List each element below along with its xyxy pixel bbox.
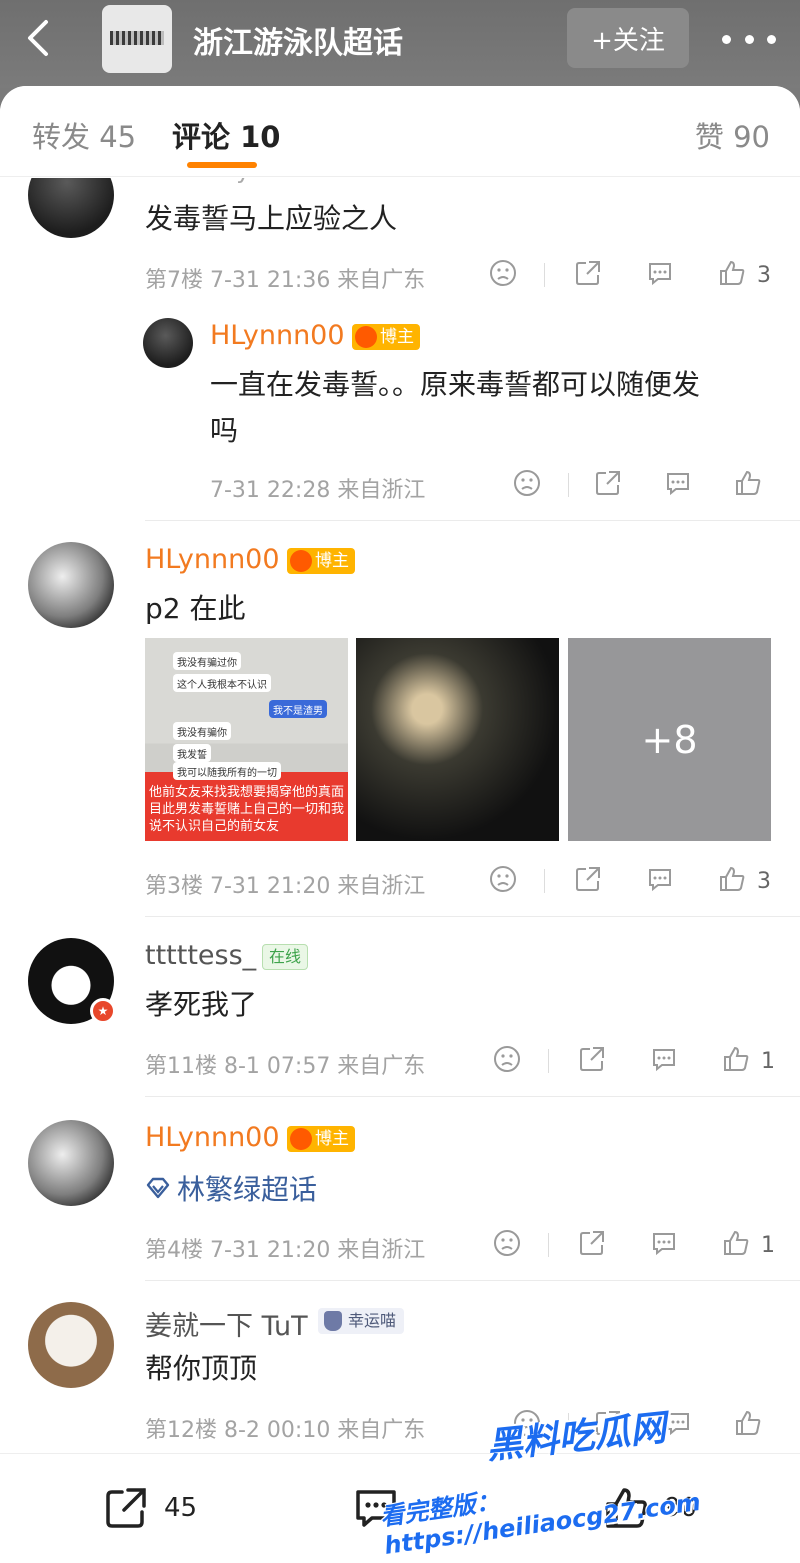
host-badge: 博主: [352, 324, 420, 350]
comment-meta: 第12楼 8-2 00:10 来自广东: [145, 1418, 426, 1443]
active-tab-indicator: [187, 162, 257, 168]
comment-image[interactable]: [356, 638, 559, 841]
comment-meta: 第11楼 8-1 07:57 来自广东: [145, 1054, 426, 1079]
group-thumbnail[interactable]: [102, 5, 172, 73]
repost-count: 45: [164, 1493, 198, 1523]
more-options-icon[interactable]: [722, 24, 776, 54]
avatar[interactable]: [28, 1120, 114, 1206]
image-chat-bubble: 我发誓: [173, 744, 211, 762]
comment-actions: 1: [492, 1228, 775, 1262]
image-chat-bubble: 我没有骗你: [173, 722, 231, 740]
comment-username[interactable]: 姜就一下 TuT: [145, 1304, 308, 1343]
comment-meta: 第4楼 7-31 21:20 来自浙江: [145, 1238, 426, 1263]
reply-meta: 7-31 22:28 来自浙江: [210, 478, 426, 503]
share-icon[interactable]: [573, 864, 607, 898]
avatar[interactable]: [28, 1302, 114, 1388]
comment-actions: 1: [492, 1044, 775, 1078]
comment-image[interactable]: 我没有骗过你 这个人我根本不认识 我不是渣男 我没有骗你 我发誓 我可以随我所有…: [145, 638, 348, 841]
member-badge-icon: ★: [90, 998, 116, 1024]
like-count: 1: [761, 1048, 775, 1074]
like-icon[interactable]: [717, 864, 751, 898]
comment-meta: 第7楼 7-31 21:36 来自广东: [145, 268, 426, 293]
reply-icon[interactable]: [645, 864, 679, 898]
comment-meta: 第3楼 7-31 21:20 来自浙江: [145, 874, 426, 899]
tab-reposts[interactable]: 转发 45: [32, 114, 136, 156]
image-chat-bubble: 我不是渣男: [269, 700, 327, 718]
like-count: 3: [757, 262, 771, 288]
image-chat-bubble: 我可以随我所有的一切: [173, 762, 281, 780]
reply-icon[interactable]: [649, 1228, 683, 1262]
comment-divider: [145, 520, 800, 521]
like-icon[interactable]: [717, 258, 751, 292]
comment-actions: 3: [488, 864, 771, 898]
supertopic-link[interactable]: 林繁绿超话: [145, 1168, 317, 1208]
lucky-cat-badge: 幸运喵: [318, 1308, 405, 1334]
reply-text: 吗: [210, 414, 239, 447]
share-icon[interactable]: [577, 1044, 611, 1078]
image-caption: 他前女友来找我想要揭穿他的真面目此男发毒誓赌上自己的一切和我说不认识自己的前女友: [149, 785, 345, 834]
follow-button[interactable]: +关注: [567, 8, 689, 68]
image-chat-bubble: 我没有骗过你: [173, 652, 241, 670]
online-badge: 在线: [262, 944, 309, 970]
reply-icon[interactable]: [663, 468, 697, 502]
comment-divider: [145, 916, 800, 917]
tabs-divider: [0, 176, 800, 177]
reply-icon[interactable]: [645, 258, 679, 292]
comment-image[interactable]: +8: [568, 638, 771, 841]
like-icon[interactable]: [721, 1228, 755, 1262]
like-count: 3: [757, 868, 771, 894]
comment-actions: 3: [488, 258, 771, 292]
host-badge: 博主: [287, 1126, 355, 1152]
comment-username[interactable]: HLynnn00: [145, 1122, 280, 1153]
reply-icon[interactable]: [663, 1408, 697, 1442]
avatar[interactable]: [28, 542, 114, 628]
comment-username[interactable]: tttttess_: [145, 940, 256, 971]
dislike-icon[interactable]: [488, 864, 522, 898]
comment-feed: NAxxxxy 发毒誓马上应验之人 第7楼 7-31 21:36 来自广东 3 …: [0, 86, 800, 1563]
cat-icon: [324, 1311, 342, 1331]
diamond-icon: [146, 1177, 170, 1199]
comment-text: p2 在此: [145, 592, 246, 625]
reply-username[interactable]: HLynnn00: [210, 320, 345, 351]
dislike-icon[interactable]: [488, 258, 522, 292]
comment-text: 帮你顶顶: [145, 1352, 258, 1385]
group-title[interactable]: 浙江游泳队超话: [193, 18, 403, 62]
comment-text: 发毒誓马上应验之人: [145, 202, 398, 235]
like-icon[interactable]: [721, 1044, 755, 1078]
comments-sheet: NAxxxxy 发毒誓马上应验之人 第7楼 7-31 21:36 来自广东 3 …: [0, 86, 800, 1563]
like-icon[interactable]: [733, 468, 767, 502]
reply-actions: [512, 468, 767, 502]
supertopic-label: 林繁绿超话: [177, 1173, 318, 1206]
repost-button[interactable]: 45: [102, 1482, 197, 1534]
more-images-count[interactable]: +8: [568, 638, 771, 841]
comment-text: 孝死我了: [145, 988, 258, 1021]
dislike-icon[interactable]: [512, 468, 546, 502]
like-count: 1: [761, 1232, 775, 1258]
comment-divider: [145, 1096, 800, 1097]
share-icon[interactable]: [593, 468, 627, 502]
comment-divider: [145, 1280, 800, 1281]
reply-icon[interactable]: [649, 1044, 683, 1078]
tab-bar: 转发 45 评论 10 赞 90: [0, 86, 800, 178]
back-icon[interactable]: [18, 16, 58, 60]
repost-icon: [106, 1488, 146, 1528]
comment-username[interactable]: HLynnn00: [145, 544, 280, 575]
tab-comments[interactable]: 评论 10: [172, 114, 280, 156]
top-bar: 浙江游泳队超话 +关注: [0, 0, 800, 88]
image-chat-bubble: 这个人我根本不认识: [173, 674, 271, 692]
dislike-icon[interactable]: [492, 1228, 526, 1262]
like-icon[interactable]: [733, 1408, 767, 1442]
tab-likes[interactable]: 赞 90: [695, 114, 770, 156]
host-badge: 博主: [287, 548, 355, 574]
dislike-icon[interactable]: [492, 1044, 526, 1078]
avatar[interactable]: [143, 318, 193, 368]
reply-text: 一直在发毒誓。。原来毒誓都可以随便发: [210, 368, 701, 401]
share-icon[interactable]: [577, 1228, 611, 1262]
share-icon[interactable]: [573, 258, 607, 292]
